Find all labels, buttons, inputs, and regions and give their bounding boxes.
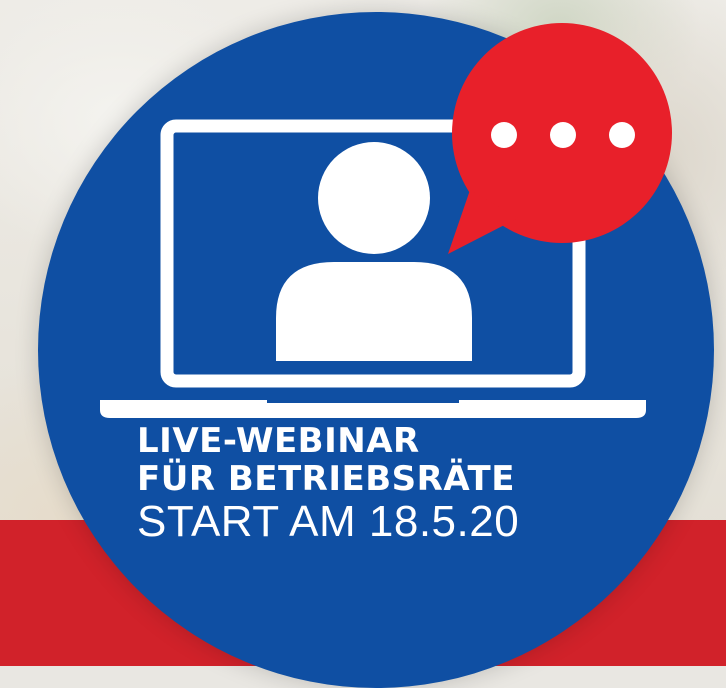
webinar-caption: LIVE-WEBINAR FÜR BETRIEBSRÄTE START AM 1… [137,420,519,544]
person-icon [276,142,472,361]
caption-start-date: START AM 18.5.20 [137,497,520,546]
ellipsis-icon [491,122,635,148]
illustration [100,23,672,418]
caption-line-1: LIVE-WEBINAR [137,421,420,461]
caption-line-2: FÜR BETRIEBSRÄTE [137,459,515,499]
